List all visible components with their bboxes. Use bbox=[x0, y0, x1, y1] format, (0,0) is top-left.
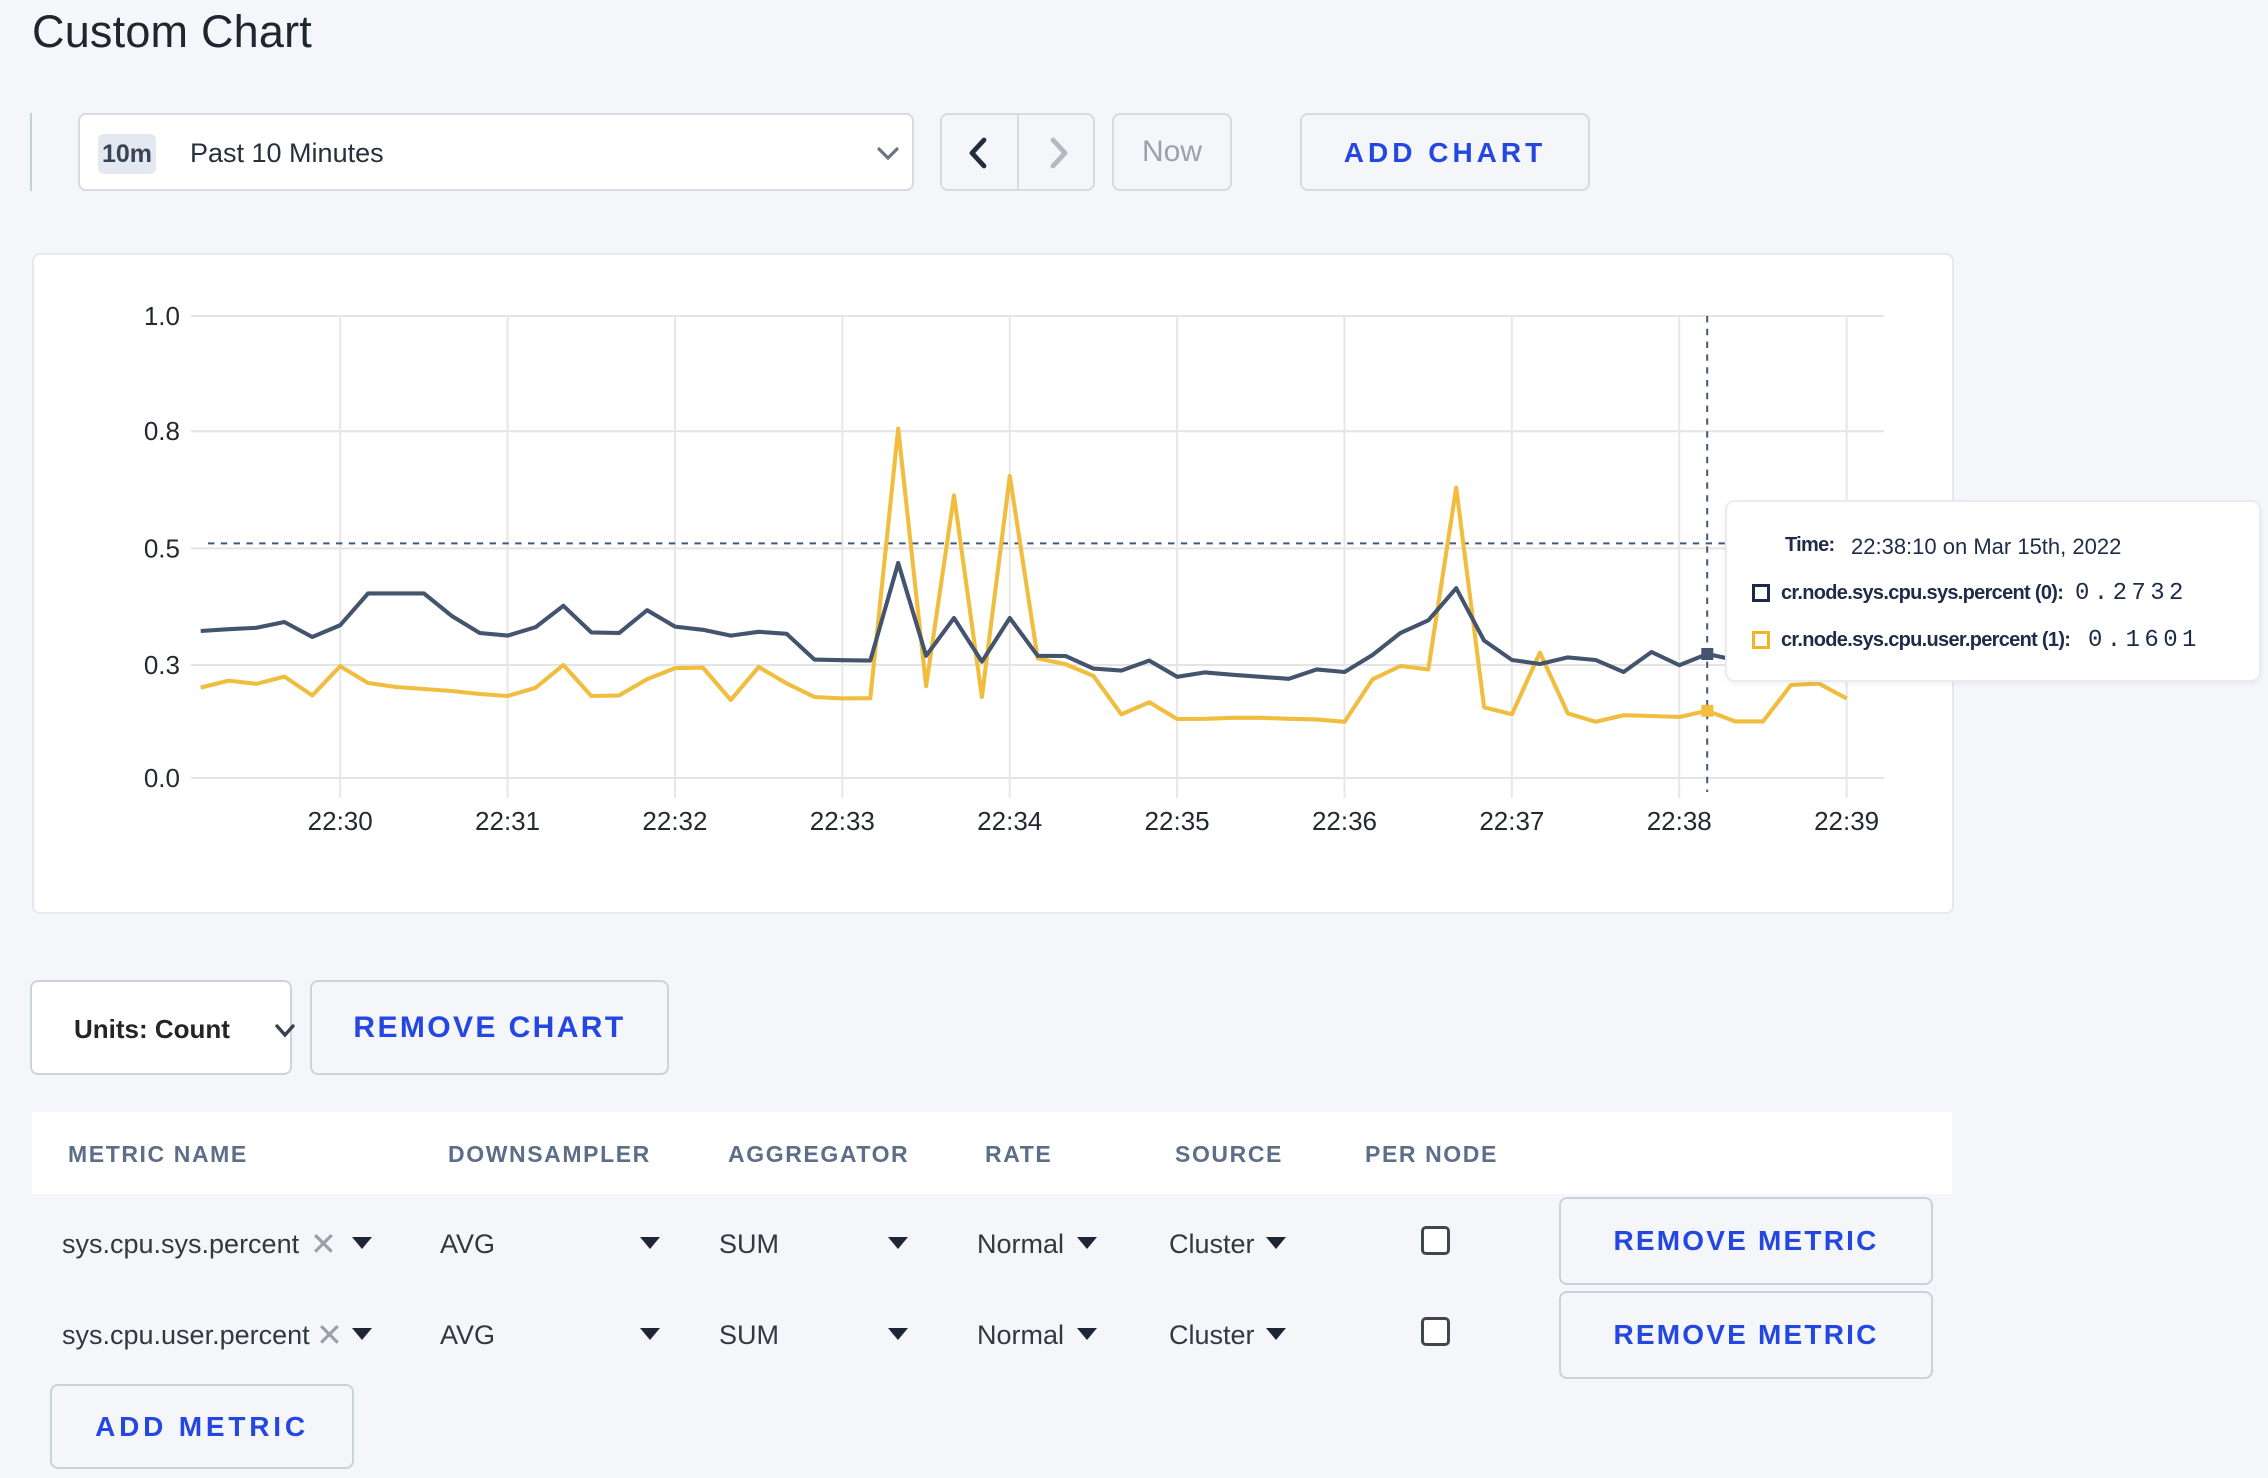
svg-text:22:34: 22:34 bbox=[977, 806, 1042, 836]
svg-text:0.5: 0.5 bbox=[144, 533, 180, 563]
svg-text:22:38: 22:38 bbox=[1647, 806, 1712, 836]
svg-text:22:32: 22:32 bbox=[642, 806, 707, 836]
svg-text:22:30: 22:30 bbox=[308, 806, 373, 836]
svg-text:22:36: 22:36 bbox=[1312, 806, 1377, 836]
svg-text:1.0: 1.0 bbox=[144, 301, 180, 331]
svg-text:22:39: 22:39 bbox=[1814, 806, 1879, 836]
svg-text:22:31: 22:31 bbox=[475, 806, 540, 836]
svg-text:0.8: 0.8 bbox=[144, 416, 180, 446]
svg-text:22:33: 22:33 bbox=[810, 806, 875, 836]
svg-text:0.3: 0.3 bbox=[144, 650, 180, 680]
svg-text:22:35: 22:35 bbox=[1145, 806, 1210, 836]
svg-text:22:37: 22:37 bbox=[1479, 806, 1544, 836]
svg-text:0.0: 0.0 bbox=[144, 763, 180, 793]
